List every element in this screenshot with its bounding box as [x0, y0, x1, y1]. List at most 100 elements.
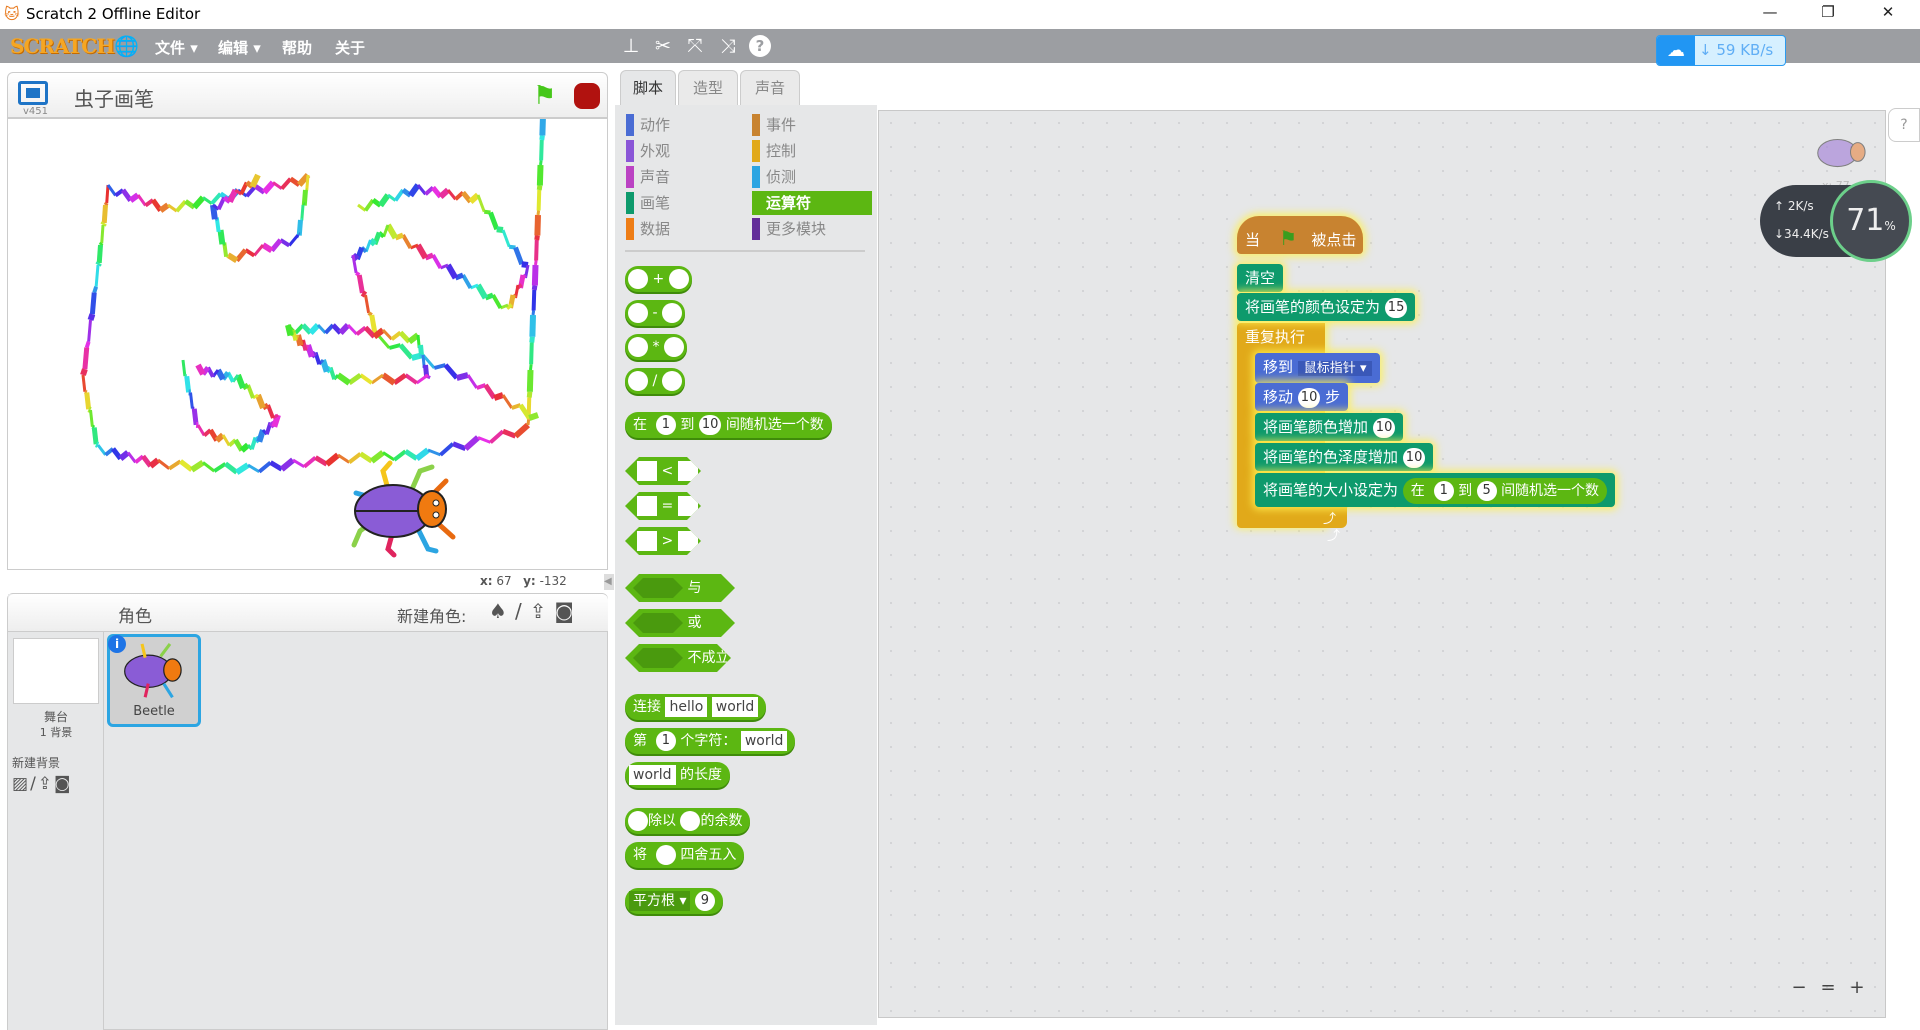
pen-stroke: [536, 189, 542, 211]
stage-thumbnail[interactable]: [13, 638, 99, 704]
block-or[interactable]: 或: [625, 609, 735, 637]
pen-stroke: [84, 392, 92, 410]
download-speed-widget[interactable]: ☁ ↓ 59 KB/s: [1656, 35, 1786, 66]
change-pen-shade-block[interactable]: 将画笔的色泽度增加 10: [1255, 443, 1434, 471]
image-icon[interactable]: ▨: [12, 774, 30, 794]
pick-random-reporter[interactable]: 在 1 到 5 间随机选一个数: [1402, 478, 1608, 504]
menu-file[interactable]: 文件 ▾: [155, 37, 198, 58]
zoom-in-button[interactable]: +: [1845, 977, 1869, 1001]
block-pick-random[interactable]: 在 1 到 10 间随机选一个数: [625, 412, 832, 438]
shrink-icon[interactable]: ⤨: [717, 35, 739, 57]
paint-icon[interactable]: /: [30, 774, 38, 794]
pen-stroke: [239, 442, 250, 453]
grow-icon[interactable]: ⤧: [684, 35, 706, 57]
sprite-library-icon[interactable]: ♠: [489, 599, 515, 623]
y-value: -132: [539, 574, 567, 588]
block-and[interactable]: 与: [625, 574, 735, 602]
math-function-dropdown[interactable]: 平方根 ▾: [629, 891, 691, 911]
cut-icon[interactable]: ✂: [652, 35, 674, 57]
stop-icon[interactable]: [574, 83, 600, 109]
category-控制[interactable]: 控制: [752, 139, 872, 163]
zoom-out-button[interactable]: −: [1787, 977, 1811, 1001]
go-to-block[interactable]: 移到 鼠标指针 ▾: [1255, 353, 1381, 383]
camera-icon[interactable]: ◙: [54, 774, 73, 794]
pen-stroke: [98, 241, 104, 247]
tab-sounds[interactable]: 声音: [740, 70, 800, 106]
block-equals[interactable]: =: [625, 492, 701, 520]
paint-icon[interactable]: /: [515, 599, 530, 623]
pen-stroke: [202, 196, 213, 205]
pen-stroke: [101, 204, 108, 224]
tab-costumes[interactable]: 造型: [678, 70, 738, 106]
close-button[interactable]: ✕: [1868, 3, 1908, 25]
scripts-area[interactable]: 重复执行 ⤴ ⤴ 当 ⚑ 被点击 清空 将画笔的颜色设定为 15 移到 鼠标指针…: [878, 110, 1886, 1018]
category-动作[interactable]: 动作: [626, 113, 746, 137]
category-侦测[interactable]: 侦测: [752, 165, 872, 189]
help-tips-button[interactable]: ?: [1888, 108, 1920, 142]
pen-clear-block[interactable]: 清空: [1237, 264, 1284, 292]
block-math-function[interactable]: 平方根 ▾ 9: [625, 888, 723, 914]
minimize-button[interactable]: —: [1750, 3, 1790, 25]
stage-canvas[interactable]: [7, 114, 608, 570]
stamp-icon[interactable]: ⊥: [620, 35, 642, 57]
block-mod[interactable]: 除以 的余数: [625, 808, 751, 834]
when-flag-clicked-hat[interactable]: 当 ⚑ 被点击: [1237, 216, 1363, 254]
sprite-name: Beetle: [133, 704, 175, 719]
category-画笔[interactable]: 画笔: [626, 191, 746, 215]
project-title[interactable]: 虫子画笔: [74, 83, 154, 112]
block-multiply[interactable]: *: [625, 334, 687, 360]
menu-help[interactable]: 帮助: [282, 37, 312, 58]
pen-stroke: [94, 264, 100, 287]
change-pen-color-block[interactable]: 将画笔颜色增加 10: [1255, 413, 1404, 441]
pen-stroke: [509, 244, 516, 250]
language-globe-icon[interactable]: 🌐: [114, 34, 139, 58]
category-外观[interactable]: 外观: [626, 139, 746, 163]
block-less-than[interactable]: <: [625, 457, 701, 485]
new-sprite-tools: ♠/⇪◙: [489, 599, 582, 623]
category-更多模块[interactable]: 更多模块: [752, 217, 872, 241]
category-运算符[interactable]: 运算符: [752, 191, 872, 215]
pen-stroke: [184, 199, 196, 210]
block-join[interactable]: 连接 hello world: [625, 694, 767, 720]
block-add[interactable]: +: [625, 266, 692, 292]
beetle-sprite[interactable]: [348, 459, 463, 559]
sprites-header: 角色 新建角色: ♠/⇪◙: [104, 594, 608, 632]
category-事件[interactable]: 事件: [752, 113, 872, 137]
block-letter-of[interactable]: 第 1 个字符： world: [625, 728, 796, 754]
pen-stroke: [302, 455, 317, 469]
block-divide[interactable]: /: [625, 368, 685, 394]
menu-edit[interactable]: 编辑 ▾: [218, 37, 261, 58]
tab-scripts[interactable]: 脚本: [620, 70, 676, 106]
block-round[interactable]: 将 四舍五入: [625, 842, 745, 868]
block-greater-than[interactable]: >: [625, 527, 701, 555]
sprite-thumbnail-beetle[interactable]: i Beetle: [107, 634, 201, 727]
pen-stroke: [84, 389, 88, 395]
scratch-logo[interactable]: SCRATCH: [10, 34, 115, 58]
category-color-swatch: [752, 114, 760, 136]
help-icon[interactable]: ?: [749, 35, 771, 57]
pen-stroke: [477, 436, 492, 444]
collapse-stage-button[interactable]: ◀: [604, 574, 614, 590]
set-pen-size-block[interactable]: 将画笔的大小设定为 在 1 到 5 间随机选一个数: [1255, 473, 1616, 507]
download-speed-net: ↓34.4K/s: [1774, 227, 1829, 241]
camera-icon[interactable]: ◙: [554, 599, 581, 623]
block-length-of[interactable]: world 的长度: [625, 762, 731, 788]
maximize-button[interactable]: ❐: [1808, 3, 1848, 25]
green-flag-icon[interactable]: ⚑: [533, 81, 556, 111]
pen-stroke: [369, 314, 378, 334]
pen-stroke: [178, 459, 194, 472]
category-声音[interactable]: 声音: [626, 165, 746, 189]
pen-stroke: [390, 330, 402, 341]
upload-icon[interactable]: ⇪: [530, 599, 555, 623]
zoom-reset-button[interactable]: =: [1816, 977, 1840, 1001]
category-数据[interactable]: 数据: [626, 217, 746, 241]
block-not[interactable]: 不成立: [625, 644, 731, 672]
presentation-mode-icon[interactable]: [18, 81, 48, 105]
go-to-target-dropdown[interactable]: 鼠标指针 ▾: [1297, 361, 1373, 376]
set-pen-color-block[interactable]: 将画笔的颜色设定为 15: [1237, 293, 1416, 321]
pen-stroke: [217, 229, 226, 245]
menu-about[interactable]: 关于: [335, 37, 365, 58]
upload-icon[interactable]: ⇪: [38, 774, 54, 794]
block-subtract[interactable]: -: [625, 300, 685, 326]
move-steps-block[interactable]: 移动 10 步: [1255, 383, 1349, 411]
